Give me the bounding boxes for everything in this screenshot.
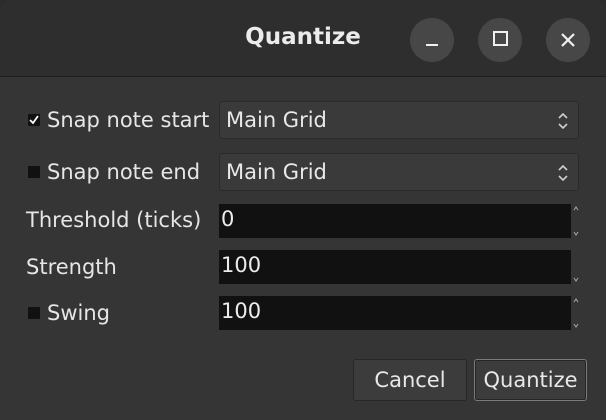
updown-chevron-icon bbox=[558, 164, 568, 182]
snap-note-start-label: Snap note start bbox=[47, 108, 210, 132]
strength-input[interactable]: 100 bbox=[219, 250, 571, 284]
maximize-button[interactable] bbox=[478, 18, 522, 62]
swing-spinner-arrows[interactable] bbox=[573, 296, 579, 330]
threshold-spinner-arrows[interactable] bbox=[573, 204, 579, 238]
dialog-content: Snap note start Main Grid Snap note end … bbox=[0, 77, 606, 420]
snap-note-start-value: Main Grid bbox=[226, 108, 327, 132]
close-button[interactable] bbox=[546, 18, 590, 62]
close-icon bbox=[561, 33, 575, 47]
updown-chevron-icon bbox=[558, 112, 568, 130]
quantize-button[interactable]: Quantize bbox=[474, 359, 587, 401]
strength-spinner-arrows[interactable] bbox=[573, 250, 579, 284]
threshold-input[interactable]: 0 bbox=[219, 204, 571, 238]
swing-label: Swing bbox=[47, 301, 110, 325]
snap-note-start-select[interactable]: Main Grid bbox=[219, 101, 579, 139]
minimize-button[interactable] bbox=[410, 18, 454, 62]
snap-note-end-value: Main Grid bbox=[226, 160, 327, 184]
swing-input[interactable]: 100 bbox=[219, 296, 571, 330]
title-bar: Quantize bbox=[0, 0, 606, 77]
snap-note-start-checkbox[interactable] bbox=[28, 114, 40, 126]
check-icon bbox=[29, 115, 39, 125]
swing-value: 100 bbox=[221, 299, 262, 323]
quantize-dialog: Quantize Snap note start Main Grid Snap … bbox=[0, 0, 606, 420]
minimize-icon bbox=[426, 44, 438, 46]
snap-note-end-checkbox[interactable] bbox=[28, 166, 40, 178]
strength-value: 100 bbox=[221, 253, 262, 277]
threshold-value: 0 bbox=[221, 207, 235, 231]
strength-label: Strength bbox=[26, 255, 117, 279]
maximize-icon bbox=[493, 31, 508, 46]
snap-note-end-label: Snap note end bbox=[47, 160, 201, 184]
threshold-label: Threshold (ticks) bbox=[26, 208, 202, 232]
snap-note-end-select[interactable]: Main Grid bbox=[219, 153, 579, 191]
swing-checkbox[interactable] bbox=[28, 307, 40, 319]
cancel-button[interactable]: Cancel bbox=[353, 359, 467, 401]
